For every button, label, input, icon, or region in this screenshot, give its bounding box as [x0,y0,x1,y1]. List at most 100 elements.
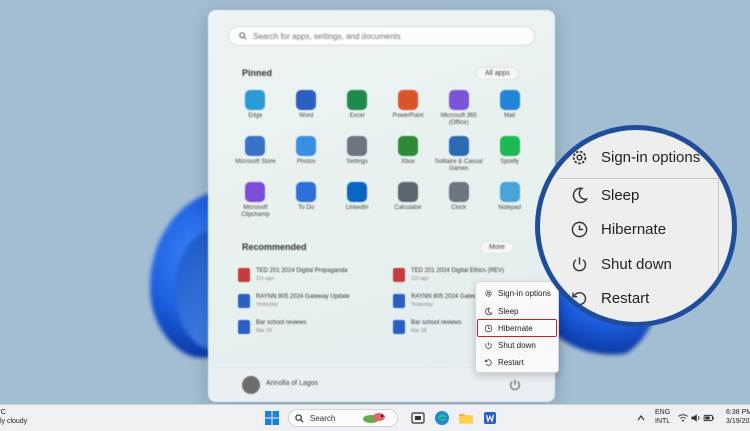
pinned-app[interactable]: Calculator [382,182,433,218]
task-view-icon[interactable] [410,410,426,426]
app-label: Edge [248,113,263,119]
recommended-name: RAYNN 805 2024 Gateway [411,294,484,300]
app-label: Notepad [498,205,521,212]
recommended-name: RAYNN 805 2024 Gateway Update [256,294,350,300]
search-icon [295,413,304,423]
document-icon [393,268,405,282]
restart-icon [485,358,492,366]
pinned-app[interactable]: Microsoft Store [230,136,281,172]
app-icon [245,182,266,203]
word-icon[interactable] [482,410,498,426]
magnifier-label: Sleep [601,187,640,204]
language-line1: ENG [655,409,671,416]
power-menu-item-sign-in-options[interactable]: Sign-in options [478,285,556,301]
power-menu-item-sleep[interactable]: Sleep [478,303,556,319]
moon-icon [485,307,493,315]
magnifier-menu-edge [710,174,719,294]
recommended-name: Bar school reviews [256,320,307,326]
pinned-app[interactable]: Mail [484,90,535,126]
pinned-app[interactable]: Solitaire & Casual Games [433,136,484,172]
magnifier-label: Shut down [601,256,672,273]
app-icon [296,90,317,110]
recommended-item[interactable]: TED 201 2024 Digital Propaganda 11h ago [238,268,383,282]
document-icon [393,294,405,308]
search-highlight-icon [363,413,386,423]
app-label: Settings [346,159,368,166]
recommended-title: Recommended [242,242,307,252]
magnifier-item-hibernate: Hibernate [570,220,666,239]
recommended-item[interactable]: Bar school reviews Mar 18 [238,320,383,334]
all-apps-button[interactable]: All apps [476,67,519,80]
moon-icon [572,187,589,204]
weather-widget[interactable]: °C tly cloudy [0,408,27,426]
app-label: To Do [298,205,315,212]
pinned-apps-grid: Edge Word Excel PowerPoint Microsoft 365 (Of… [230,90,535,219]
magnifier-item-sleep: Sleep [570,186,639,205]
app-icon [347,136,368,157]
pinned-app[interactable]: Notepad [484,182,535,218]
restart-icon [572,292,587,306]
pinned-app[interactable]: LinkedIn [332,182,383,218]
windows-start-icon[interactable] [264,410,280,426]
magnifier-item-restart: Restart [570,289,649,308]
taskbar: °C tly cloudy Search ENG INTL 6:38 PM 3/… [0,404,750,431]
recommended-text: RAYNN 805 2024 Gateway Update Yesterday [256,294,350,308]
app-icon [245,90,266,110]
pinned-app[interactable]: To Do [281,182,332,218]
wifi-icon[interactable] [677,410,689,426]
recommended-item[interactable]: TED 201 2024 Digital Ethics (REV) 11h ago [393,268,538,282]
clock-time: 6:38 PM [726,409,750,416]
more-button[interactable]: More [480,241,514,254]
clock-icon [484,324,493,332]
app-icon [347,182,368,203]
pinned-app[interactable]: Settings [332,136,383,172]
edge-icon[interactable] [434,410,450,426]
chevron-up-icon[interactable] [636,410,646,426]
app-icon [296,182,317,203]
pinned-app[interactable]: Microsoft Clipchamp [230,182,281,218]
language-line2: INTL [655,417,671,425]
pinned-app[interactable]: Word [281,90,332,126]
language-indicator[interactable]: ENG INTL [655,409,670,427]
app-label: Microsoft Clipchamp [241,205,270,218]
pinned-app[interactable]: Spotify [484,136,535,172]
pinned-app[interactable]: Photos [281,136,332,172]
app-icon [296,136,317,157]
battery-icon[interactable] [703,410,715,426]
recommended-name: TED 201 2024 Digital Ethics (REV) [411,268,505,274]
app-label: Excel [349,113,365,119]
magnifier-callout: Sign-in options Sleep Hibernate Shut dow… [535,125,737,327]
recommended-text: Bar school reviews Mar 18 [256,320,306,334]
pinned-app[interactable]: Clock [433,182,484,218]
app-label: LinkedIn [345,205,369,212]
taskbar-search-box[interactable]: Search [288,409,398,427]
app-label: Spotify [500,159,519,166]
clock[interactable]: 6:38 PM 3/19/2024 [726,409,750,427]
power-menu-item-shut-down[interactable]: Shut down [478,337,556,353]
power-icon[interactable] [508,378,522,392]
pinned-app[interactable]: PowerPoint [382,90,433,126]
app-label: Xbox [401,159,415,166]
recommended-text: TED 201 2024 Digital Propaganda 11h ago [256,268,347,282]
avatar[interactable] [242,376,260,394]
recommended-time: Yesterday [411,302,434,308]
pinned-app[interactable]: Xbox [382,136,433,172]
user-name[interactable]: Arinolla of Lagos [266,380,318,387]
pinned-app[interactable]: Microsoft 365 (Office) [433,90,484,126]
volume-icon[interactable] [690,410,702,426]
pinned-app[interactable]: Excel [332,90,383,126]
pinned-app[interactable]: Edge [230,90,281,126]
app-label: Solitaire & Casual Games [434,159,483,172]
app-icon [347,90,368,110]
recommended-item[interactable]: RAYNN 805 2024 Gateway Update Yesterday [238,294,383,308]
document-icon [238,268,250,282]
power-menu-item-hibernate[interactable]: Hibernate [477,319,557,337]
start-search-input[interactable]: Search for apps, settings, and documents [228,26,535,46]
magnifier-item-shut-down: Shut down [570,255,672,274]
power-menu-label: Hibernate [498,323,533,333]
gear-icon [485,289,492,297]
file-explorer-icon[interactable] [458,410,474,426]
power-icon [485,341,492,349]
power-menu-label: Restart [498,357,524,367]
power-menu-item-restart[interactable]: Restart [478,354,556,370]
